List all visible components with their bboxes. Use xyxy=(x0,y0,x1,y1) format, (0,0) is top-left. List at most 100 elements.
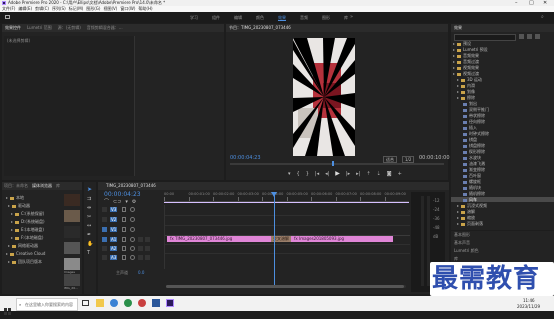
step-back-icon[interactable]: ◂| xyxy=(325,171,329,177)
effects-tree-item[interactable]: 视频效果 xyxy=(451,65,554,70)
program-playhead[interactable] xyxy=(332,161,334,166)
timeline-tab[interactable]: TIMG_20230807_073446 xyxy=(106,183,156,188)
expand-icon[interactable] xyxy=(8,245,10,247)
timeline-scrollbar[interactable] xyxy=(166,285,406,288)
project-panel-tab[interactable]: 项目：未命名 xyxy=(4,183,28,188)
timeline-playhead[interactable] xyxy=(274,192,275,287)
effects-tree-item[interactable]: 擦除 xyxy=(451,95,554,100)
track-visibility-icon[interactable] xyxy=(130,227,135,232)
menu-item[interactable]: 剪辑(C) xyxy=(35,6,49,11)
workspace-tab[interactable]: 编辑 xyxy=(234,15,242,21)
program-monitor-tab[interactable]: 节目：TIMG_20230807_073446 xyxy=(229,25,291,30)
effects-tree-item[interactable]: 缩放 xyxy=(451,215,554,220)
project-panel-tab[interactable]: 媒体浏览器 xyxy=(32,183,52,188)
effects-tree-item[interactable]: 径向擦除 xyxy=(451,119,554,124)
expand-icon[interactable] xyxy=(457,79,459,81)
track-label[interactable]: V3 xyxy=(110,207,118,212)
media-tree-item[interactable]: 团队项目版本 xyxy=(4,259,64,264)
media-thumbnail[interactable] xyxy=(64,226,80,238)
track-solo-button[interactable] xyxy=(145,237,150,242)
go-to-out-icon[interactable]: ▸| xyxy=(356,171,360,177)
track-target-toggle[interactable] xyxy=(102,246,107,251)
menu-item[interactable]: 帮助(H) xyxy=(138,6,152,11)
taskbar-premiere-icon[interactable] xyxy=(166,299,174,307)
panel-tab[interactable]: 基本声音 xyxy=(454,240,470,245)
track-visibility-icon[interactable] xyxy=(130,217,135,222)
effects-tree-item[interactable]: 随机块 xyxy=(451,185,554,190)
media-tree-item[interactable]: F:(本地磁盘) xyxy=(4,235,64,240)
media-tree-item[interactable]: 网络驱动器 xyxy=(4,243,64,248)
track-label[interactable]: A1 xyxy=(110,237,118,242)
panel-tab[interactable]: 基本图形 xyxy=(454,232,470,237)
effects-tree-item[interactable]: 双侧平推门 xyxy=(451,107,554,112)
expand-icon[interactable] xyxy=(453,49,455,51)
effects-tree-item[interactable]: 棋盘擦除 xyxy=(451,143,554,148)
play-icon[interactable]: ▶ xyxy=(335,170,340,177)
left-panel-tab[interactable]: Lumetri 范围 xyxy=(27,25,52,30)
out-point-icon[interactable]: } xyxy=(306,171,309,177)
program-mini-timeline[interactable] xyxy=(230,163,444,165)
expand-icon[interactable] xyxy=(453,73,455,75)
menu-item[interactable]: 编辑(E) xyxy=(18,6,32,11)
workspace-tab[interactable]: 颜色 xyxy=(256,15,264,21)
track-mute-button[interactable] xyxy=(138,246,143,251)
effects-search-input[interactable] xyxy=(454,34,516,41)
timeline-timecode[interactable]: 00:00:04:23 xyxy=(104,191,141,198)
track-target-toggle[interactable] xyxy=(102,237,107,242)
menu-item[interactable]: 图形(G) xyxy=(86,6,100,11)
expand-icon[interactable] xyxy=(11,213,13,215)
effects-tree-item[interactable]: 风车 xyxy=(451,197,554,202)
effects-tree-item[interactable]: 渐变擦除 xyxy=(451,167,554,172)
expand-icon[interactable] xyxy=(453,43,455,45)
expand-icon[interactable] xyxy=(8,205,10,207)
track-target-toggle[interactable] xyxy=(102,207,107,212)
track-lock-icon[interactable] xyxy=(122,227,126,232)
accelerated-effects-icon[interactable] xyxy=(519,34,524,39)
track-visibility-icon[interactable] xyxy=(130,246,135,251)
clip-images[interactable]: fx Images201805093.jpg xyxy=(291,236,393,242)
expand-icon[interactable] xyxy=(11,221,13,223)
ripple-edit-tool-icon[interactable]: ⇹ xyxy=(87,205,91,211)
expand-icon[interactable] xyxy=(8,261,10,263)
taskbar-app-3-icon[interactable] xyxy=(124,299,132,307)
track-mute-button[interactable] xyxy=(138,255,143,260)
step-forward-icon[interactable]: |▸ xyxy=(346,171,350,177)
menu-item[interactable]: 文件(F) xyxy=(2,6,15,11)
yuv-effects-icon[interactable] xyxy=(535,34,540,39)
add-button-icon[interactable]: + xyxy=(398,171,402,177)
expand-icon[interactable] xyxy=(6,197,8,199)
work-area-bar[interactable] xyxy=(164,202,409,203)
effects-tree-item[interactable]: 页面剥落 xyxy=(451,221,554,226)
effects-tree-item[interactable]: 带状擦除 xyxy=(451,113,554,118)
expand-icon[interactable] xyxy=(6,253,8,255)
media-tree-item[interactable]: E:(本地磁盘) xyxy=(4,227,64,232)
expand-icon[interactable] xyxy=(453,55,455,57)
effects-tree-item[interactable]: 预设 xyxy=(451,41,554,46)
expand-icon[interactable] xyxy=(457,85,459,87)
effects-tree-item[interactable]: 沉浸式视频 xyxy=(451,203,554,208)
master-volume[interactable]: 0.0 xyxy=(138,270,144,275)
expand-icon[interactable] xyxy=(457,217,459,219)
expand-icon[interactable] xyxy=(457,91,459,93)
expand-icon[interactable] xyxy=(457,97,459,99)
effects-tree-item[interactable]: 音频过渡 xyxy=(451,59,554,64)
media-tree-item[interactable]: 驱动器 xyxy=(4,203,64,208)
effects-tree-item[interactable]: 百叶窗 xyxy=(451,173,554,178)
resolution-select[interactable]: 1/2 xyxy=(402,156,415,163)
taskbar-app-1-icon[interactable] xyxy=(96,299,104,307)
effects-tree-item[interactable]: 音频效果 xyxy=(451,53,554,58)
export-frame-icon[interactable]: ◙ xyxy=(387,171,392,177)
clip-timg[interactable]: fx TIMG_20230807_073446.jpg xyxy=(167,236,271,242)
track-lock-icon[interactable] xyxy=(122,246,126,251)
effects-tree-item[interactable]: 油漆飞溅 xyxy=(451,161,554,166)
32bit-effects-icon[interactable] xyxy=(527,34,532,39)
type-tool-icon[interactable]: T xyxy=(87,250,90,256)
media-thumbnail[interactable] xyxy=(64,242,80,254)
track-visibility-icon[interactable] xyxy=(130,255,135,260)
taskbar-app-5-icon[interactable] xyxy=(152,299,160,307)
track-target-toggle[interactable] xyxy=(102,217,107,222)
effects-tree-item[interactable]: 时钟式擦除 xyxy=(451,131,554,136)
expand-icon[interactable] xyxy=(457,205,459,207)
search-icon[interactable]: ⌕ xyxy=(541,14,544,20)
slip-tool-icon[interactable]: ↔ xyxy=(87,223,91,229)
